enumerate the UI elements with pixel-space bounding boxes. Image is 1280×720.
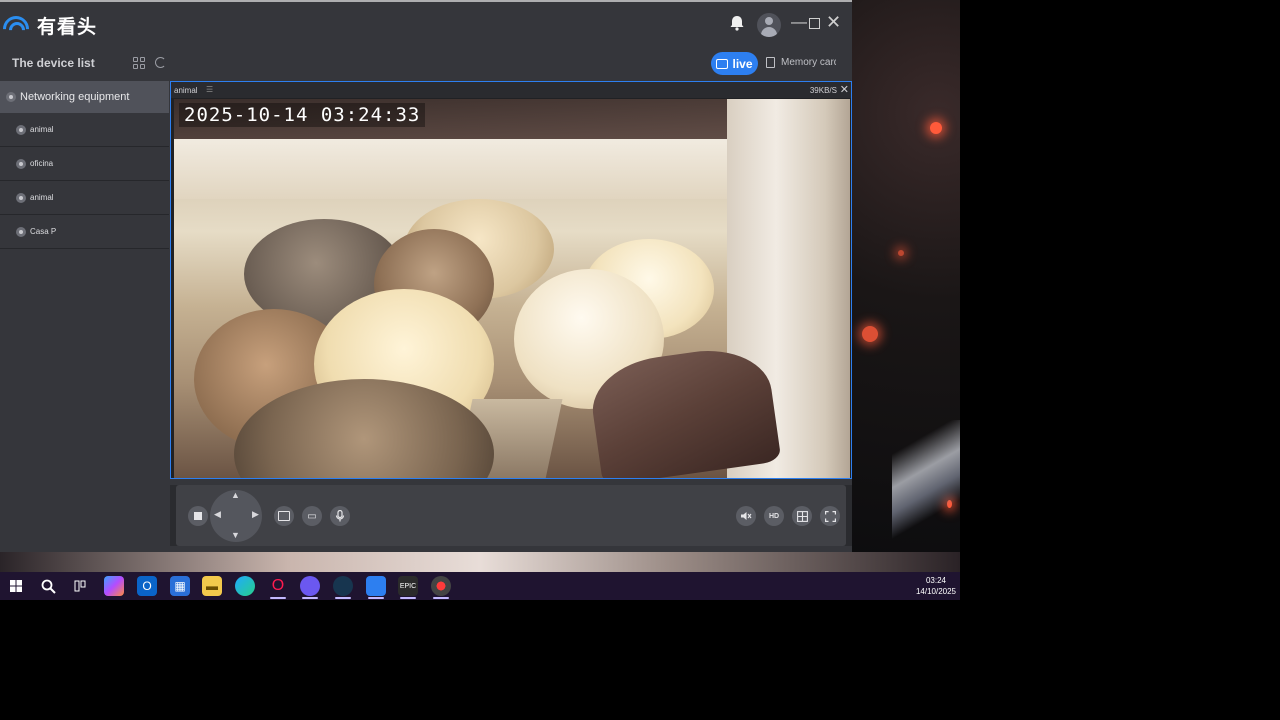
network-icon (6, 92, 16, 102)
grid-view-icon[interactable] (133, 57, 145, 69)
stop-button[interactable] (188, 506, 208, 526)
store-icon[interactable]: ▦ (170, 576, 190, 596)
hd-quality-button[interactable]: HD (764, 506, 784, 526)
notification-bell-icon[interactable] (728, 14, 746, 32)
discord-icon[interactable] (300, 576, 320, 599)
ptz-left-icon[interactable]: ◀ (214, 509, 221, 520)
camera-feed[interactable]: 2025-10-14 03:24:33 (174, 99, 850, 478)
device-sidebar: Networking equipment animal oficina anim… (0, 81, 169, 552)
close-window-button[interactable]: ✕ (826, 12, 841, 33)
chrome-recorder-icon[interactable] (431, 576, 451, 599)
camera-icon (16, 192, 26, 203)
fullscreen-icon (824, 510, 836, 522)
wallpaper-strip (0, 552, 960, 572)
ember-decoration (898, 250, 904, 256)
live-label: live (732, 56, 753, 71)
maximize-button[interactable] (809, 18, 820, 29)
player-header: animal ☰ 39KB/S ✕ (171, 82, 851, 98)
feed-shape (174, 139, 734, 199)
clock-time: 03:24 (925, 576, 946, 585)
networking-equipment-group[interactable]: Networking equipment (0, 81, 169, 113)
camera-app-icon[interactable] (366, 576, 386, 599)
ember-decoration (930, 122, 942, 134)
device-label: animal (30, 125, 54, 134)
epic-games-icon[interactable]: EPIC (398, 576, 418, 599)
sidebar-item-casa-p[interactable]: Casa P (0, 215, 169, 249)
camera-icon (16, 158, 26, 169)
fullscreen-button[interactable] (820, 506, 840, 526)
sidebar-item-oficina[interactable]: oficina (0, 147, 169, 181)
record-button[interactable]: ▭ (302, 506, 322, 526)
edge-icon[interactable] (235, 576, 255, 596)
video-player[interactable]: animal ☰ 39KB/S ✕ 2025-10-14 03:24:33 (170, 81, 852, 479)
tv-icon (716, 58, 729, 69)
device-label: animal (30, 193, 54, 202)
snapshot-button[interactable] (274, 506, 294, 526)
snapshot-icon (278, 511, 290, 521)
ember-decoration (862, 326, 878, 342)
window-top-edge (0, 0, 852, 2)
memory-tab-label: Memory card (781, 57, 836, 68)
controls-panel: ▲ ▼ ◀ ▶ ▭ HD (176, 485, 846, 546)
app-logo: 有看头 (0, 10, 98, 47)
taskbar: O ▦ ▬ O EPIC 03:24 14/10/2025 (0, 572, 960, 600)
live-tab-button[interactable]: live (711, 52, 758, 75)
sidebar-item-animal-2[interactable]: animal (0, 181, 169, 215)
clock-date: 14/10/2025 (915, 587, 956, 596)
video-camera-icon: ▭ (307, 510, 317, 522)
system-clock[interactable]: 03:24 14/10/2025 (916, 575, 956, 597)
brand-name: 有看头 (37, 17, 98, 38)
microphone-button[interactable] (330, 506, 350, 526)
windows-start-icon[interactable] (6, 576, 26, 596)
user-avatar[interactable] (757, 13, 781, 37)
device-label: Casa P (30, 227, 57, 236)
device-list-title: The device list (12, 56, 95, 70)
ptz-right-icon[interactable]: ▶ (252, 509, 259, 520)
search-icon[interactable] (38, 576, 58, 596)
group-label: Networking equipment (20, 91, 130, 103)
copilot-icon[interactable] (104, 576, 124, 596)
split-screen-icon (796, 510, 808, 522)
device-label: oficina (30, 159, 54, 168)
speaker-muted-icon (741, 512, 752, 520)
microphone-icon (335, 510, 345, 522)
refresh-icon[interactable] (155, 57, 166, 68)
close-stream-button[interactable]: ✕ (840, 83, 849, 96)
logo-mark-icon (0, 10, 35, 47)
camera-icon (16, 124, 26, 135)
minimize-button[interactable]: — (791, 14, 807, 32)
opera-icon[interactable]: O (268, 576, 288, 599)
app-window: 有看头 — ✕ The device list live Memory card… (0, 0, 852, 552)
channel-name: animal (174, 86, 198, 95)
ptz-pad[interactable]: ▲ ▼ ◀ ▶ (210, 490, 262, 542)
camera-icon (16, 226, 26, 237)
split-screen-button[interactable] (792, 506, 812, 526)
ptz-down-icon[interactable]: ▼ (231, 530, 240, 540)
bitrate-readout: 39KB/S (809, 86, 837, 95)
sd-card-icon (766, 57, 775, 68)
task-view-icon[interactable] (70, 576, 90, 596)
memory-card-tab[interactable]: Memory card (766, 57, 836, 68)
outlook-icon[interactable]: O (137, 576, 157, 596)
desktop-wallpaper (852, 0, 960, 572)
mute-button[interactable] (736, 506, 756, 526)
sidebar-item-animal[interactable]: animal (0, 113, 169, 147)
osd-timestamp: 2025-10-14 03:24:33 (179, 103, 426, 127)
ptz-up-icon[interactable]: ▲ (231, 490, 240, 500)
file-explorer-icon[interactable]: ▬ (202, 576, 222, 596)
menu-icon[interactable]: ☰ (206, 85, 213, 94)
player-controls: ▲ ▼ ◀ ▶ ▭ HD (170, 485, 852, 546)
wallpaper-blade (892, 420, 960, 550)
steam-icon[interactable] (333, 576, 353, 599)
